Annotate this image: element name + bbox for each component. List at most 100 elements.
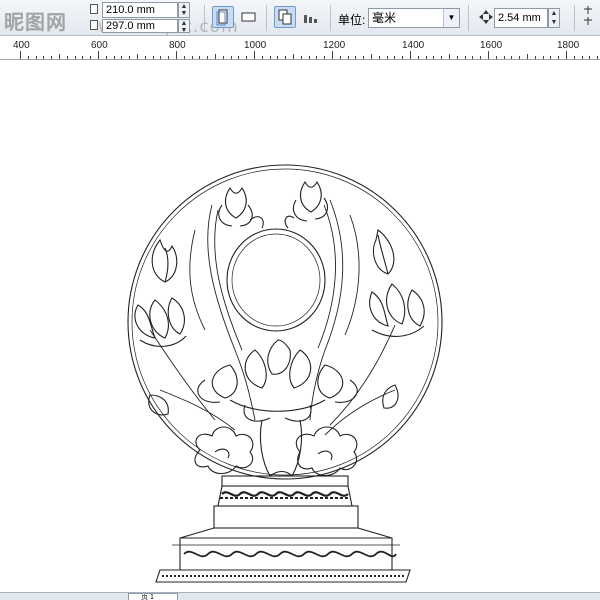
- moon-circle: [226, 228, 326, 332]
- central-lotus: [197, 339, 358, 422]
- ruler-tick: [59, 54, 60, 59]
- ruler-tick: [503, 56, 505, 59]
- ruler-tick: [300, 56, 302, 59]
- ruler-tick: [215, 54, 216, 59]
- portrait-button[interactable]: [212, 6, 234, 28]
- ruler-tick: [417, 56, 419, 59]
- toolbar-separator: [204, 5, 205, 31]
- cloud-right: [295, 426, 358, 477]
- ruler-tick: [433, 56, 435, 59]
- ruler-tick: [168, 56, 170, 59]
- ruler-tick: [105, 56, 107, 59]
- lotus-leaf-left: [151, 238, 178, 283]
- landscape-button[interactable]: [238, 6, 260, 28]
- lotus-leaf-right: [372, 229, 395, 275]
- ruler-tick: [27, 56, 29, 59]
- ruler-tick: [183, 56, 185, 59]
- ruler-tick: [74, 56, 76, 59]
- ruler-tick: [339, 56, 341, 59]
- units-select[interactable]: 毫米 ▼: [368, 8, 460, 28]
- ruler-tick: [355, 56, 357, 59]
- ruler-tick: [332, 51, 333, 59]
- ruler-tick: [121, 56, 123, 59]
- all-pages-icon: [278, 9, 292, 25]
- ruler-tick: [410, 51, 411, 59]
- ruler-tick: [137, 54, 138, 59]
- ruler-tick: [238, 56, 240, 59]
- units-select-value: 毫米: [372, 11, 397, 25]
- ruler-tick: [191, 56, 193, 59]
- ruler-tick: [542, 56, 544, 59]
- ruler-tick: [43, 56, 45, 59]
- current-page-button[interactable]: [300, 6, 322, 28]
- horizontal-ruler[interactable]: 400 600 800 1000 1200 1400 1600 1800: [0, 36, 600, 60]
- nudge-icon: [479, 10, 493, 24]
- ruler-tick: [269, 56, 271, 59]
- moon-circle-inner: [231, 233, 321, 327]
- ruler-tick: [98, 51, 99, 59]
- ruler-label: 800: [169, 40, 186, 51]
- page-width-spinner[interactable]: ▲ ▼: [178, 2, 190, 18]
- ruler-tick: [176, 51, 177, 59]
- ruler-tick: [527, 54, 528, 59]
- ruler-label: 600: [91, 40, 108, 51]
- ruler-tick: [285, 56, 287, 59]
- ruler-tick: [511, 56, 513, 59]
- page-width-field[interactable]: 210.0 mm: [102, 2, 178, 18]
- ruler-tick: [449, 54, 450, 59]
- ruler-tick: [566, 51, 567, 59]
- lotus-bud-lower-right: [382, 384, 399, 409]
- all-pages-button[interactable]: [274, 6, 296, 28]
- ruler-tick: [472, 56, 474, 59]
- portrait-icon: [216, 9, 228, 26]
- ruler-tick: [597, 56, 599, 59]
- ruler-label: 1600: [480, 40, 503, 51]
- landscape-icon: [241, 12, 256, 22]
- ruler-tick: [35, 56, 37, 59]
- ruler-tick: [441, 56, 443, 59]
- ruler-tick: [581, 56, 583, 59]
- ruler-tick: [293, 54, 294, 59]
- ruler-tick: [207, 56, 209, 59]
- ruler-tick: [66, 56, 68, 59]
- current-page-icon: [304, 15, 317, 23]
- ruler-tick: [488, 51, 489, 59]
- page-height-field[interactable]: 297.0 mm: [102, 19, 178, 33]
- ruler-tick: [144, 56, 146, 59]
- ruler-tick: [113, 56, 115, 59]
- units-label: 单位:: [338, 13, 366, 27]
- page-height-spinner[interactable]: ▲ ▼: [178, 19, 190, 34]
- ruler-label: 1000: [244, 40, 267, 51]
- ruler-tick: [480, 56, 482, 59]
- ruler-tick: [90, 56, 92, 59]
- page-height-icon: [90, 20, 98, 30]
- ruler-label: 1200: [323, 40, 346, 51]
- page-tab[interactable]: 页 1: [128, 593, 178, 600]
- lotus-bud-left: [218, 186, 264, 229]
- ruler-tick: [589, 56, 591, 59]
- property-bar: 昵图网 www.nipic.com 210.0 mm ▲▼ 297.0 mm ▲…: [0, 0, 600, 37]
- ruler-tick: [324, 56, 326, 59]
- lotus-plaque-drawing[interactable]: [0, 61, 600, 592]
- ruler-tick: [550, 56, 552, 59]
- toolbar-separator: [330, 5, 331, 31]
- ruler-tick: [152, 56, 154, 59]
- ruler-tick: [534, 56, 536, 59]
- toolbar-separator: [266, 5, 267, 31]
- ruler-tick: [347, 56, 349, 59]
- nudge-spinner[interactable]: ▲ ▼: [548, 8, 560, 28]
- duplicate-distance-icon[interactable]: [582, 6, 598, 28]
- drawing-canvas[interactable]: [0, 61, 600, 592]
- ruler-tick: [386, 56, 388, 59]
- lotus-flower-right: [369, 283, 425, 337]
- ruler-tick: [425, 56, 427, 59]
- ruler-tick: [51, 56, 53, 59]
- ruler-tick: [246, 56, 248, 59]
- lotus-stems: [149, 199, 396, 436]
- ruler-tick: [378, 56, 380, 59]
- page-width-icon: [90, 4, 98, 14]
- nudge-field[interactable]: 2.54 mm: [494, 8, 548, 28]
- ruler-tick: [558, 56, 560, 59]
- outer-disc-inner: [131, 168, 439, 476]
- ruler-tick: [199, 56, 201, 59]
